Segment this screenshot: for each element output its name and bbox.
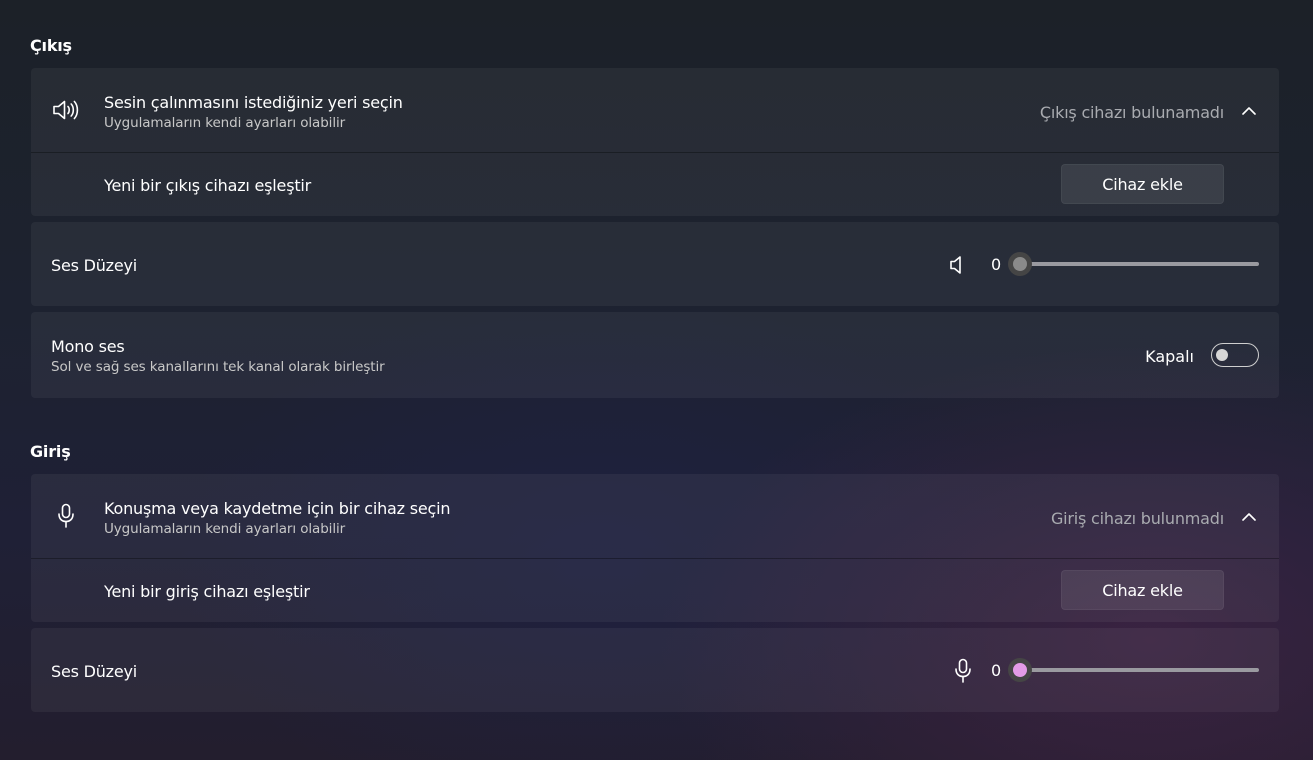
input-pair-device-row: Yeni bir giriş cihazı eşleştir Cihaz ekl… — [31, 558, 1279, 622]
microphone-icon — [55, 502, 77, 530]
output-volume-slider-track[interactable] — [1020, 262, 1259, 266]
input-volume-thumb-dot — [1013, 663, 1027, 677]
output-volume-value: 0 — [991, 255, 1002, 274]
add-output-device-button[interactable]: Cihaz ekle — [1061, 164, 1224, 204]
output-pair-device-label: Yeni bir çıkış cihazı eşleştir — [104, 176, 312, 195]
output-device-status: Çıkış cihazı bulunamadı — [1039, 103, 1224, 122]
input-volume-slider-track[interactable] — [1020, 668, 1259, 672]
add-input-device-button[interactable]: Cihaz ekle — [1061, 570, 1224, 610]
output-device-selector[interactable]: Sesin çalınmasını istediğiniz yeri seçin… — [31, 68, 1279, 152]
output-volume-slider-thumb[interactable] — [1008, 252, 1032, 276]
input-volume-slider-thumb[interactable] — [1008, 658, 1032, 682]
output-pair-device-row: Yeni bir çıkış cihazı eşleştir Cihaz ekl… — [31, 152, 1279, 216]
speaker-icon — [51, 97, 81, 123]
input-volume-value: 0 — [991, 661, 1002, 680]
output-volume-card: Ses Düzeyi 0 — [31, 222, 1279, 306]
mono-audio-title: Mono ses — [51, 337, 125, 356]
input-volume-card: Ses Düzeyi 0 — [31, 628, 1279, 712]
input-pair-device-label: Yeni bir giriş cihazı eşleştir — [104, 582, 310, 601]
output-section-title: Çıkış — [30, 36, 72, 55]
mono-audio-subtitle: Sol ve sağ ses kanallarını tek kanal ola… — [51, 359, 385, 375]
speaker-muted-icon[interactable] — [947, 254, 967, 276]
input-device-subtitle: Uygulamaların kendi ayarları olabilir — [104, 521, 346, 537]
output-device-subtitle: Uygulamaların kendi ayarları olabilir — [104, 115, 346, 131]
chevron-up-icon[interactable] — [1239, 100, 1259, 120]
mono-audio-toggle[interactable] — [1211, 343, 1259, 367]
microphone-icon[interactable] — [953, 657, 973, 685]
input-volume-label: Ses Düzeyi — [51, 662, 138, 681]
input-device-selector[interactable]: Konuşma veya kaydetme için bir cihaz seç… — [31, 474, 1279, 558]
mono-audio-toggle-knob — [1216, 349, 1228, 361]
input-device-card: Konuşma veya kaydetme için bir cihaz seç… — [31, 474, 1279, 622]
chevron-up-icon[interactable] — [1239, 506, 1259, 526]
output-device-card: Sesin çalınmasını istediğiniz yeri seçin… — [31, 68, 1279, 216]
output-volume-label: Ses Düzeyi — [51, 256, 138, 275]
input-device-status: Giriş cihazı bulunmadı — [1050, 509, 1224, 528]
output-volume-thumb-dot — [1013, 257, 1027, 271]
output-device-title: Sesin çalınmasını istediğiniz yeri seçin — [104, 93, 403, 112]
input-device-title: Konuşma veya kaydetme için bir cihaz seç… — [104, 499, 451, 518]
input-section-title: Giriş — [30, 442, 71, 461]
mono-audio-card: Mono ses Sol ve sağ ses kanallarını tek … — [31, 312, 1279, 398]
mono-audio-toggle-label: Kapalı — [1145, 347, 1194, 366]
